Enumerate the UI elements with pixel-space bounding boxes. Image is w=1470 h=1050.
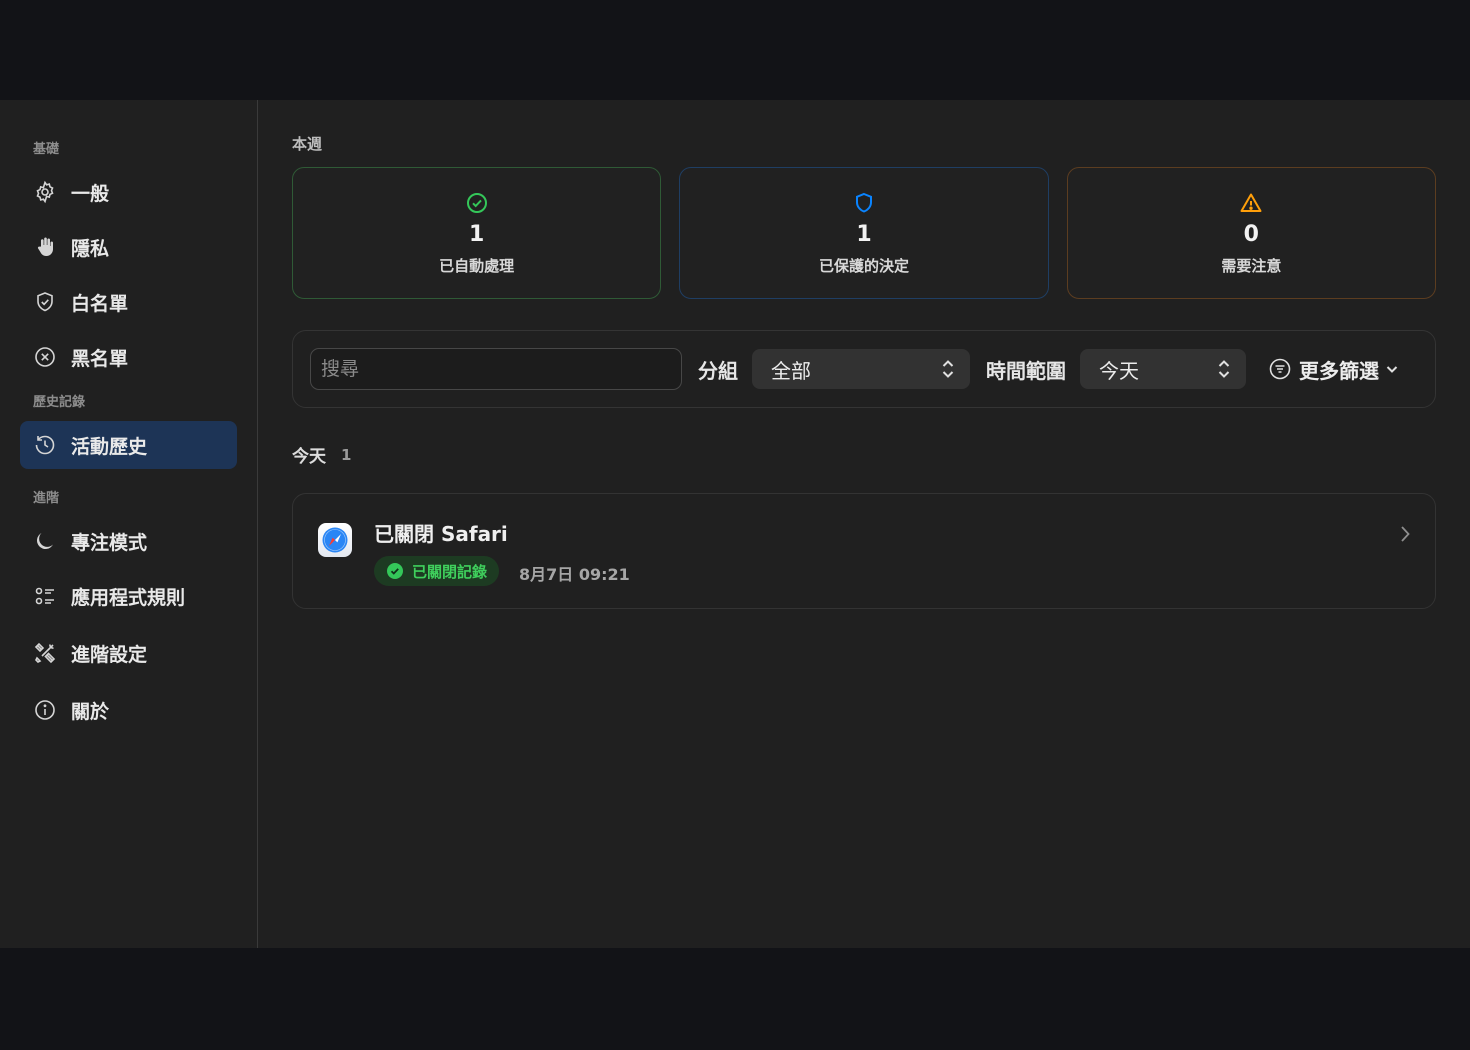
stat-value: 1 [856,221,872,247]
stat-card-needs-attention: 0 需要注意 [1066,167,1436,299]
today-group-header: 今天 1 [292,442,352,468]
check-circle-icon [466,192,487,213]
tools-icon [33,641,57,665]
entry-timestamp: 8月7日 09:21 [519,565,630,584]
list-rules-icon [33,584,57,608]
more-filters-button[interactable]: 更多篩選 [1268,355,1399,384]
sidebar-item-focus-mode[interactable]: 專注模式 [20,517,237,565]
moon-icon [33,529,57,553]
history-entry[interactable]: 已關閉 Safari 已關閉記錄 8月7日 09:21 [292,493,1436,609]
sidebar-item-label: 白名單 [71,292,129,315]
sidebar-item-label: 一般 [71,182,110,205]
stat-label: 需要注意 [1221,256,1282,275]
stat-label: 已自動處理 [439,256,515,275]
sidebar-item-general[interactable]: 一般 [20,168,237,216]
today-count: 1 [341,445,352,464]
sidebar-item-label: 黑名單 [71,347,129,370]
time-range-select[interactable]: 今天 [1080,349,1246,389]
sidebar-item-activity-history[interactable]: 活動歷史 [20,421,237,469]
entry-title: 已關閉 Safari [374,522,508,546]
stat-label: 已保護的決定 [818,256,909,275]
hand-icon [33,235,57,259]
stat-card-protected-decisions: 1 已保護的決定 [679,167,1049,299]
main-content: 本週 1 已自動處理 1 已保護的決定 0 需要注意 分組 全部 [258,100,1470,948]
more-filters-label: 更多篩選 [1299,358,1379,383]
sidebar-item-whitelist[interactable]: 白名單 [20,278,237,326]
safari-icon [318,523,352,557]
stat-value: 1 [469,221,485,247]
info-icon [33,698,57,722]
warning-icon [1240,193,1262,212]
updown-chevron-icon [1218,360,1230,378]
time-range-select-value: 今天 [1099,358,1139,383]
status-badge: 已關閉記錄 [374,556,500,586]
time-range-label: 時間範圍 [986,358,1066,383]
sidebar-item-label: 應用程式規則 [71,586,186,609]
sidebar-section-history: 歷史記錄 [33,395,86,410]
week-section-label: 本週 [292,135,323,153]
stats-row: 1 已自動處理 1 已保護的決定 0 需要注意 [292,167,1436,299]
status-badge-label: 已關閉記錄 [412,562,488,581]
check-circle-icon [387,563,403,579]
sidebar-item-label: 活動歷史 [71,435,148,458]
sidebar: 基礎 一般 隱私 白名單 黑名單 歷史記錄 活動歷史 進階 專注模式 應用程式規… [0,100,258,948]
group-select[interactable]: 全部 [752,349,970,389]
sidebar-item-privacy[interactable]: 隱私 [20,223,237,271]
sidebar-item-label: 關於 [71,700,110,723]
shield-icon [855,192,872,213]
x-circle-icon [33,345,57,369]
stat-value: 0 [1243,221,1259,247]
sidebar-item-about[interactable]: 關於 [20,686,237,734]
chevron-down-icon [1386,366,1398,373]
sidebar-item-label: 隱私 [71,237,110,260]
sidebar-section-basic: 基礎 [33,142,60,157]
sidebar-section-advanced: 進階 [33,491,60,506]
sidebar-item-label: 進階設定 [71,643,148,666]
gear-icon [33,180,57,204]
sidebar-item-advanced-settings[interactable]: 進階設定 [20,629,237,677]
history-icon [33,433,57,457]
group-label: 分組 [698,358,738,383]
sidebar-item-label: 專注模式 [71,531,148,554]
shield-check-icon [33,290,57,314]
chevron-right-icon [1401,526,1410,542]
filter-bar: 分組 全部 時間範圍 今天 更多篩選 [292,330,1436,408]
sidebar-item-app-rules[interactable]: 應用程式規則 [20,572,237,620]
today-label: 今天 [292,447,326,467]
sidebar-item-blacklist[interactable]: 黑名單 [20,333,237,381]
search-input[interactable] [310,348,682,390]
stat-card-auto-handled: 1 已自動處理 [292,167,662,299]
group-select-value: 全部 [771,358,811,383]
app-window: 基礎 一般 隱私 白名單 黑名單 歷史記錄 活動歷史 進階 專注模式 應用程式規… [0,100,1470,948]
updown-chevron-icon [942,360,954,378]
filter-icon [1269,358,1291,380]
